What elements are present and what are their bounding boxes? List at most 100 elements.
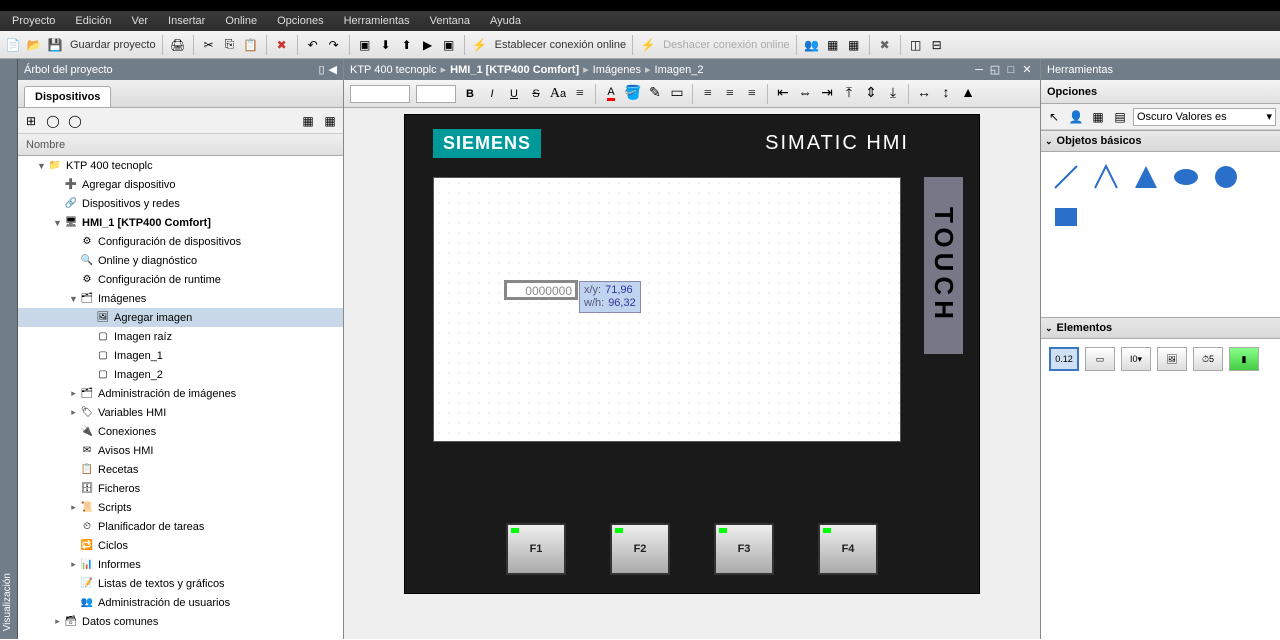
elem-bar[interactable]: ▮ [1229,347,1259,371]
shape-line[interactable] [1051,162,1081,192]
tree-item[interactable]: ▼🗂Imágenes [18,289,343,308]
align-right-icon[interactable]: ≡ [742,84,762,104]
align-obj-bot-icon[interactable]: ⤓ [883,84,903,104]
font-dialog-icon[interactable]: Aa [548,84,568,104]
tree-view1-icon[interactable]: ▦ [299,112,317,130]
line-color-icon[interactable]: ✎ [645,84,665,104]
tree-item[interactable]: ▸🏷Variables HMI [18,403,343,422]
shape-ellipse[interactable] [1171,162,1201,192]
tree-item[interactable]: 🔗Dispositivos y redes [18,194,343,213]
bc-3[interactable]: Imagen_2 [655,64,704,76]
shape-polygon[interactable] [1131,162,1161,192]
upload-icon[interactable]: ⬆ [398,36,416,54]
elements-header[interactable]: ⌄Elementos [1041,317,1280,339]
elem-graphic-io[interactable]: 🖼 [1157,347,1187,371]
tree-item[interactable]: ▢Imagen_1 [18,346,343,365]
tree-item[interactable]: 📋Recetas [18,460,343,479]
tree-item[interactable]: ▸📜Scripts [18,498,343,517]
io-field[interactable]: 0000000 [504,280,578,300]
undo-icon[interactable]: ↶ [304,36,322,54]
user-icon[interactable]: 👤 [1067,108,1085,126]
menu-online[interactable]: Online [217,13,265,29]
tree-item[interactable]: ▢Imagen_2 [18,365,343,384]
align-obj-left-icon[interactable]: ⇤ [773,84,793,104]
tree-item[interactable]: ⚙Configuración de runtime [18,270,343,289]
grid-icon[interactable]: ▦ [1089,108,1107,126]
tree-item[interactable]: 🖼Agregar imagen [18,308,343,327]
tree-item[interactable]: ▼🖥HMI_1 [KTP400 Comfort] [18,213,343,232]
elem-io-field[interactable]: 0.12 [1049,347,1079,371]
fkey-f2[interactable]: F2 [610,523,670,575]
align-obj-center-icon[interactable]: ⇔ [795,84,815,104]
search-icon[interactable]: ▦ [845,36,863,54]
menu-proyecto[interactable]: Proyecto [4,13,63,29]
left-sidebar-handle[interactable]: Visualización [0,59,18,639]
tree-view2-icon[interactable]: ▦ [321,112,339,130]
fill-color-icon[interactable]: 🪣 [623,84,643,104]
shape-rect[interactable] [1051,202,1081,232]
split-v-icon[interactable]: ⊟ [928,36,946,54]
menu-insertar[interactable]: Insertar [160,13,213,29]
download-icon[interactable]: ⬇ [377,36,395,54]
tree-item[interactable]: ▼📁KTP 400 tecnoplc [18,156,343,175]
fkey-f4[interactable]: F4 [818,523,878,575]
tree-item[interactable]: ✉Avisos HMI [18,441,343,460]
editor-restore-icon[interactable]: ◱ [988,63,1002,77]
align-center-icon[interactable]: ≡ [720,84,740,104]
tree-nav-back-icon[interactable]: ◯ [44,112,62,130]
tree-item[interactable]: 🔌Conexiones [18,422,343,441]
font-family-select[interactable] [350,85,410,103]
cut-icon[interactable]: ✂ [200,36,218,54]
tree-item[interactable]: ⏲Planificador de tareas [18,517,343,536]
strike-icon[interactable]: S [526,84,546,104]
tree-item[interactable]: 🗄Ficheros [18,479,343,498]
tree-item[interactable]: 🔁Ciclos [18,536,343,555]
tree-item[interactable]: ▸🗃Datos comunes [18,612,343,631]
editor-close-icon[interactable]: ✕ [1020,63,1034,77]
rt-icon[interactable]: ▣ [440,36,458,54]
menu-opciones[interactable]: Opciones [269,13,331,29]
italic-icon[interactable]: I [482,84,502,104]
pointer-icon[interactable]: ↖ [1045,108,1063,126]
accessible-icon[interactable]: 👥 [803,36,821,54]
dist-h-icon[interactable]: ↔ [914,84,934,104]
editor-maximize-icon[interactable]: □ [1004,63,1018,77]
menu-ventana[interactable]: Ventana [422,13,478,29]
dist-v-icon[interactable]: ↕ [936,84,956,104]
tree-item[interactable]: ▸📊Informes [18,555,343,574]
tree-item[interactable]: ▸🗂Administración de imágenes [18,384,343,403]
compile-icon[interactable]: ▣ [356,36,374,54]
canvas[interactable]: SIEMENS SIMATIC HMI TOUCH 0000000 x/y:71… [344,108,1040,639]
fkey-f1[interactable]: F1 [506,523,566,575]
bring-front-icon[interactable]: ▲ [958,84,978,104]
paste-icon[interactable]: 📋 [242,36,260,54]
style-combo[interactable]: Oscuro Valores es▾ [1133,108,1276,126]
align-left-icon[interactable]: ≡ [698,84,718,104]
split-h-icon[interactable]: ◫ [907,36,925,54]
tree-item[interactable]: 🔍Online y diagnóstico [18,251,343,270]
tab-dispositivos[interactable]: Dispositivos [24,86,111,107]
tree-item[interactable]: ➕Agregar dispositivo [18,175,343,194]
copy-icon[interactable]: ⎘ [221,36,239,54]
bc-2[interactable]: Imágenes [593,64,641,76]
elem-datetime[interactable]: ⏱5 [1193,347,1223,371]
font-color-icon[interactable]: A [601,84,621,104]
editor-minimize-icon[interactable]: ─ [972,63,986,77]
menu-ver[interactable]: Ver [124,13,157,29]
save-icon[interactable]: 💾 [46,36,64,54]
underline-icon[interactable]: U [504,84,524,104]
basic-objects-header[interactable]: ⌄Objetos básicos [1041,130,1280,152]
go-online-label[interactable]: Establecer conexión online [495,39,626,51]
project-tree[interactable]: ▼📁KTP 400 tecnoplc➕Agregar dispositivo🔗D… [18,156,343,639]
new-project-icon[interactable]: 📄 [4,36,22,54]
props-icon[interactable]: ▤ [1111,108,1129,126]
go-online-icon[interactable]: ⚡ [471,36,489,54]
delete-icon[interactable]: ✖ [273,36,291,54]
cross-ref-icon[interactable]: ▦ [824,36,842,54]
redo-icon[interactable]: ↷ [325,36,343,54]
align-obj-mid-icon[interactable]: ⇕ [861,84,881,104]
pane-pin-icon[interactable]: ▯ [318,63,324,76]
tree-item[interactable]: ▢Imagen raíz [18,327,343,346]
elem-symbolic-io[interactable]: I0▾ [1121,347,1151,371]
bc-0[interactable]: KTP 400 tecnoplc [350,64,437,76]
